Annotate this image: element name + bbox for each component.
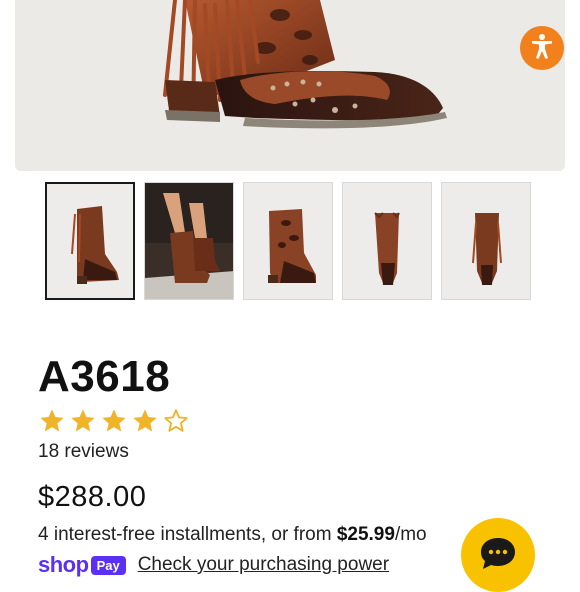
shop-pay-logo-pay: Pay bbox=[90, 555, 126, 575]
shop-pay-logo-shop: shop bbox=[38, 552, 89, 577]
shop-pay-row: shop Pay Check your purchasing power bbox=[38, 552, 389, 578]
thumbnail-1[interactable] bbox=[45, 182, 135, 300]
thumbnail-3[interactable] bbox=[243, 182, 333, 300]
star-filled-icon bbox=[133, 409, 157, 432]
check-purchasing-power-link[interactable]: Check your purchasing power bbox=[138, 554, 389, 576]
product-price: $288.00 bbox=[38, 481, 147, 513]
boot-illustration bbox=[163, 0, 447, 129]
star-filled-icon bbox=[102, 409, 126, 432]
reviews-count[interactable]: 18 reviews bbox=[38, 441, 129, 463]
chat-button[interactable] bbox=[461, 518, 535, 592]
product-title: A3618 bbox=[38, 352, 171, 401]
star-rating[interactable] bbox=[38, 407, 190, 435]
installments-prefix: 4 interest-free installments, or from bbox=[38, 524, 337, 545]
accessibility-button[interactable] bbox=[520, 26, 564, 70]
star-filled-icon bbox=[40, 409, 64, 432]
star-filled-icon bbox=[71, 409, 95, 432]
product-main-image[interactable] bbox=[15, 0, 565, 171]
thumbnail-5[interactable] bbox=[441, 182, 531, 300]
installments-amount: $25.99 bbox=[336, 524, 395, 545]
installments-text: 4 interest-free installments, or from $2… bbox=[38, 524, 427, 546]
star-outline-icon bbox=[164, 409, 188, 432]
accessibility-icon bbox=[528, 32, 556, 65]
thumbnail-2[interactable] bbox=[144, 182, 234, 300]
thumbnail-4[interactable] bbox=[342, 182, 432, 300]
installments-suffix: /mo bbox=[394, 524, 427, 545]
chat-bubble-icon bbox=[479, 536, 517, 575]
